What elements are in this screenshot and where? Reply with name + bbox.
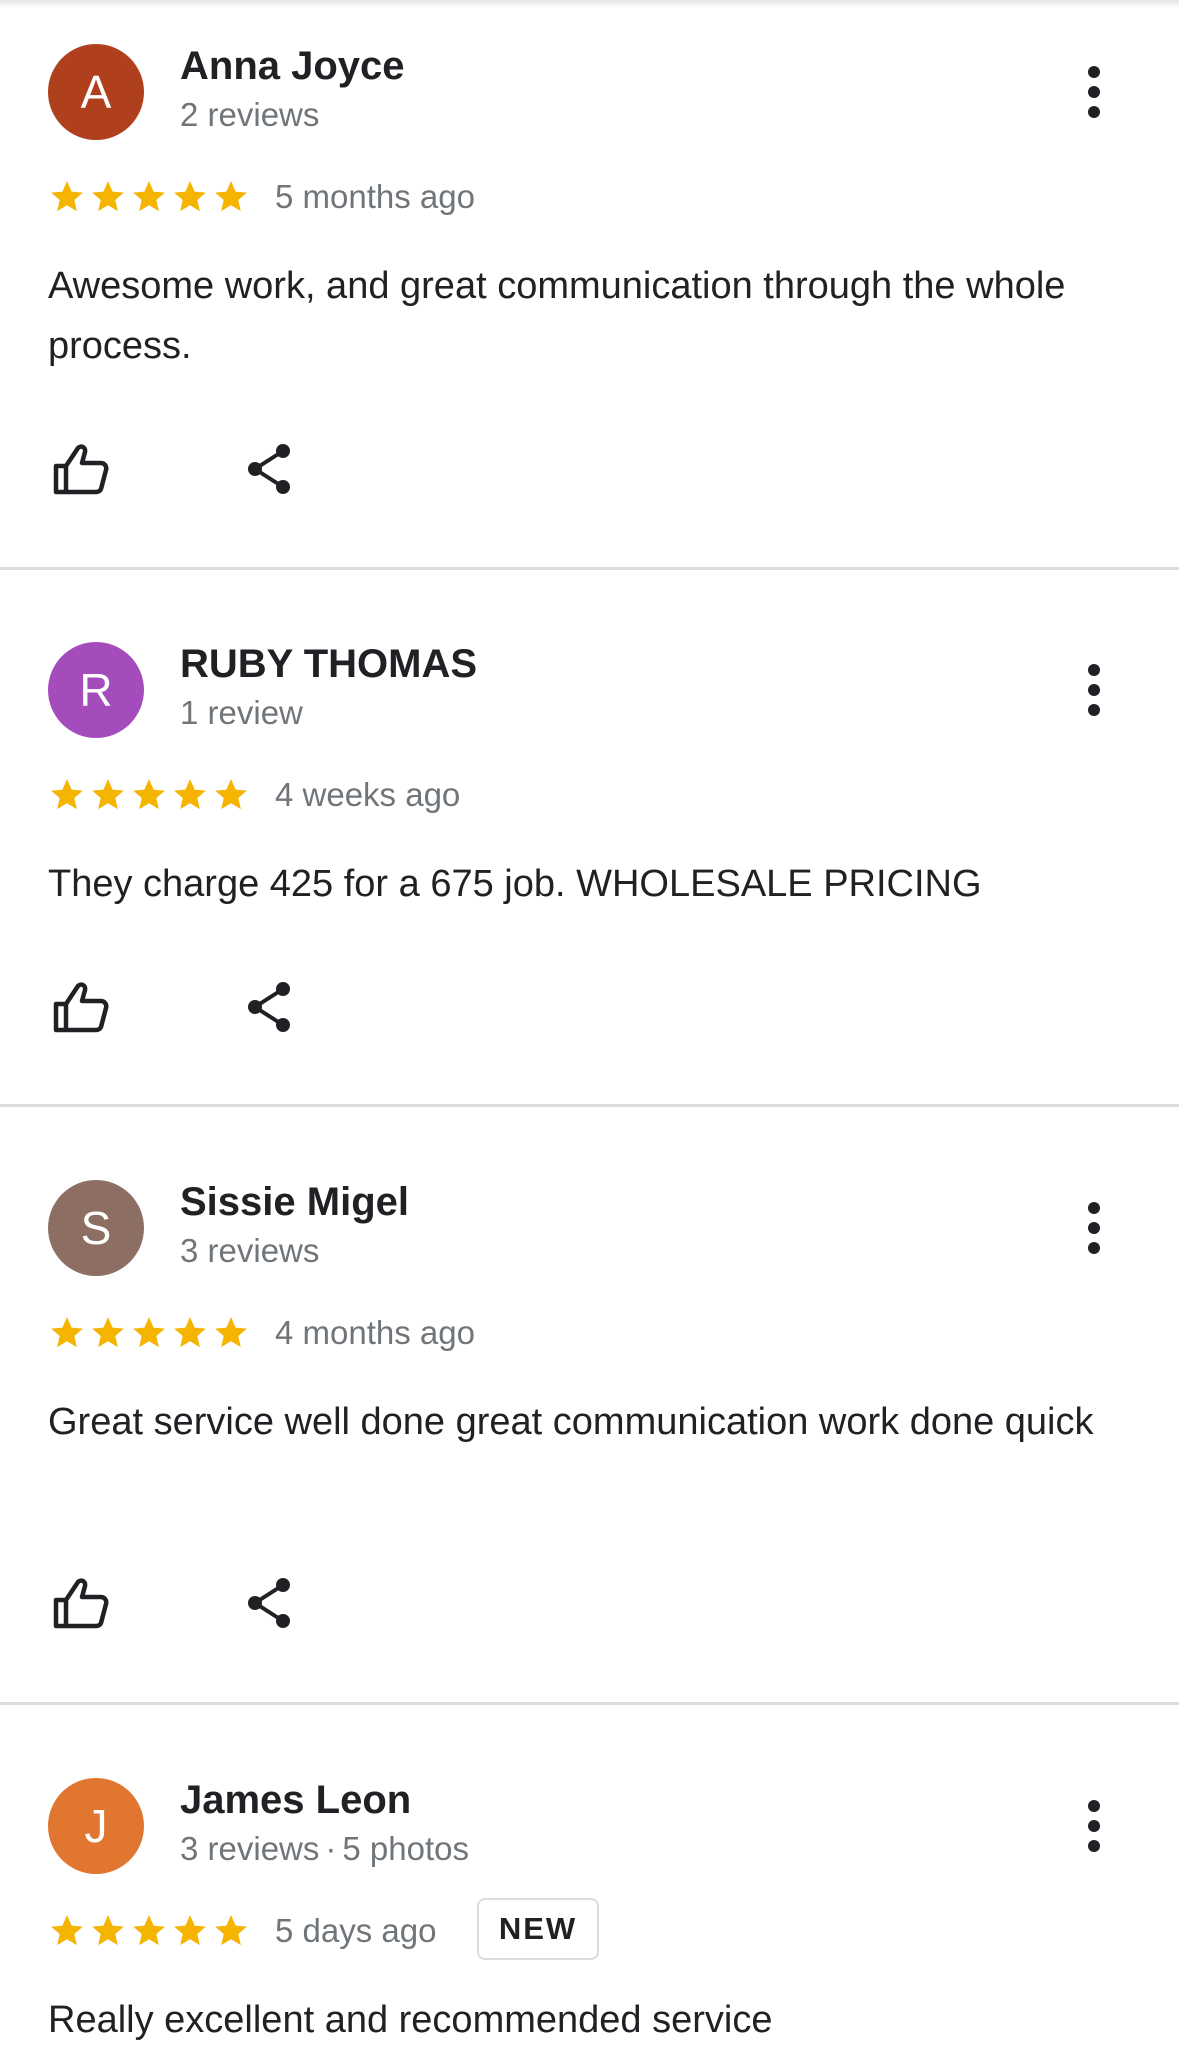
review-date: 4 months ago xyxy=(275,1314,475,1351)
share-icon xyxy=(248,444,290,494)
review-card: S Sissie Migel 3 reviews 4 months ago Gr… xyxy=(0,1107,1179,1703)
star-icon xyxy=(92,1915,124,1946)
review-count: 3 reviews xyxy=(180,1232,320,1269)
review-count: 3 reviews xyxy=(180,1830,320,1867)
review-card: A Anna Joyce 2 reviews 5 months ago Awes… xyxy=(0,0,1179,568)
review-count: 2 reviews xyxy=(180,96,320,133)
photo-count: 5 photos xyxy=(342,1830,469,1867)
star-icon xyxy=(215,1915,247,1946)
review-text: Great service well done great communicat… xyxy=(48,1401,1094,1443)
like-button[interactable] xyxy=(48,437,112,501)
star-icon xyxy=(133,181,165,212)
meta-separator: · xyxy=(325,1830,337,1867)
star-icon xyxy=(92,779,124,810)
star-icon xyxy=(133,1915,165,1946)
new-badge: NEW xyxy=(477,1898,599,1960)
more-options-button[interactable] xyxy=(1070,1790,1118,1862)
star-icon xyxy=(174,1317,206,1348)
more-options-button[interactable] xyxy=(1070,654,1118,726)
star-icon xyxy=(51,181,83,212)
avatar[interactable]: S xyxy=(48,1180,144,1276)
star-icon xyxy=(215,1317,247,1348)
thumbs-up-icon xyxy=(53,444,109,495)
review-text: Really excellent and recommended service xyxy=(48,1999,773,2041)
share-button[interactable] xyxy=(238,975,302,1039)
share-button[interactable] xyxy=(238,437,302,501)
more-options-button[interactable] xyxy=(1070,1192,1118,1264)
review-card: J James Leon 3 reviews · 5 photos 5 days a… xyxy=(0,1705,1179,2060)
star-icon xyxy=(174,1915,206,1946)
star-icon xyxy=(133,779,165,810)
star-icon xyxy=(51,1317,83,1348)
reviewer-name[interactable]: Sissie Migel xyxy=(180,1180,409,1225)
review-text: They charge 425 for a 675 job. WHOLESALE… xyxy=(48,863,982,905)
review-date: 4 weeks ago xyxy=(275,776,461,813)
star-icon xyxy=(51,779,83,810)
more-options-button[interactable] xyxy=(1070,56,1118,128)
more-vert-icon xyxy=(1088,664,1100,716)
like-button[interactable] xyxy=(48,975,112,1039)
star-rating xyxy=(48,776,250,814)
star-icon xyxy=(215,181,247,212)
star-icon xyxy=(133,1317,165,1348)
thumbs-up-icon xyxy=(53,1578,109,1629)
reviewer-meta: 2 reviews xyxy=(180,96,319,134)
reviewer-name[interactable]: Anna Joyce xyxy=(180,44,405,89)
share-icon xyxy=(248,982,290,1032)
reviewer-meta: 3 reviews xyxy=(180,1232,319,1270)
review-count: 1 review xyxy=(180,694,303,731)
reviewer-name[interactable]: James Leon xyxy=(180,1778,411,1823)
more-vert-icon xyxy=(1088,1800,1100,1852)
star-rating xyxy=(48,1314,250,1352)
more-vert-icon xyxy=(1088,1202,1100,1254)
review-date: 5 months ago xyxy=(275,178,475,215)
review-card: R RUBY THOMAS 1 review 4 weeks ago They … xyxy=(0,570,1179,1105)
share-icon xyxy=(248,1578,290,1628)
reviewer-meta: 3 reviews · 5 photos xyxy=(180,1830,469,1868)
reviewer-meta: 1 review xyxy=(180,694,303,732)
like-button[interactable] xyxy=(48,1571,112,1635)
star-rating xyxy=(48,178,250,216)
star-icon xyxy=(51,1915,83,1946)
star-icon xyxy=(92,1317,124,1348)
avatar[interactable]: A xyxy=(48,44,144,140)
avatar[interactable]: R xyxy=(48,642,144,738)
star-icon xyxy=(92,181,124,212)
share-button[interactable] xyxy=(238,1571,302,1635)
review-text: Awesome work, and great communication th… xyxy=(48,265,1066,367)
star-rating xyxy=(48,1912,250,1950)
star-icon xyxy=(174,779,206,810)
review-date: 5 days ago xyxy=(275,1912,437,1949)
thumbs-up-icon xyxy=(53,982,109,1033)
star-icon xyxy=(174,181,206,212)
more-vert-icon xyxy=(1088,66,1100,118)
star-icon xyxy=(215,779,247,810)
avatar[interactable]: J xyxy=(48,1778,144,1874)
reviewer-name[interactable]: RUBY THOMAS xyxy=(180,642,477,687)
